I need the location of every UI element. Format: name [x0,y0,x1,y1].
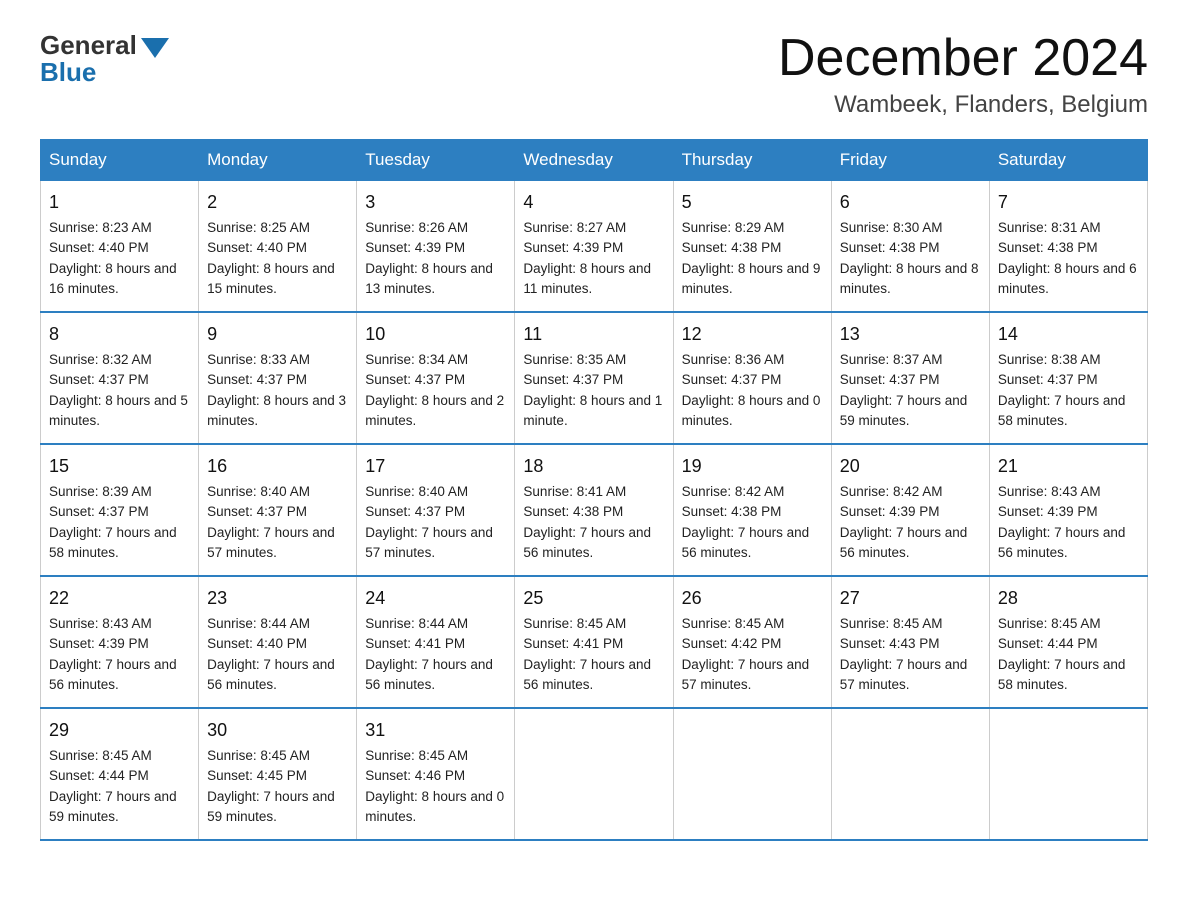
day-number: 6 [840,189,981,216]
day-number: 10 [365,321,506,348]
day-number: 9 [207,321,348,348]
day-number: 27 [840,585,981,612]
calendar-cell: 30Sunrise: 8:45 AMSunset: 4:45 PMDayligh… [199,708,357,840]
calendar-cell: 4Sunrise: 8:27 AMSunset: 4:39 PMDaylight… [515,181,673,313]
day-number: 12 [682,321,823,348]
day-number: 23 [207,585,348,612]
calendar-cell: 1Sunrise: 8:23 AMSunset: 4:40 PMDaylight… [41,181,199,313]
calendar-cell: 31Sunrise: 8:45 AMSunset: 4:46 PMDayligh… [357,708,515,840]
day-number: 15 [49,453,190,480]
logo: General Blue [40,30,169,88]
calendar-cell: 29Sunrise: 8:45 AMSunset: 4:44 PMDayligh… [41,708,199,840]
day-number: 17 [365,453,506,480]
calendar-week-row: 15Sunrise: 8:39 AMSunset: 4:37 PMDayligh… [41,444,1148,576]
calendar-cell: 21Sunrise: 8:43 AMSunset: 4:39 PMDayligh… [989,444,1147,576]
day-number: 13 [840,321,981,348]
calendar-cell: 15Sunrise: 8:39 AMSunset: 4:37 PMDayligh… [41,444,199,576]
page-header: General Blue December 2024 Wambeek, Flan… [40,30,1148,119]
calendar-week-row: 8Sunrise: 8:32 AMSunset: 4:37 PMDaylight… [41,312,1148,444]
page-subtitle: Wambeek, Flanders, Belgium [778,91,1148,119]
day-number: 28 [998,585,1139,612]
day-number: 7 [998,189,1139,216]
calendar-cell: 22Sunrise: 8:43 AMSunset: 4:39 PMDayligh… [41,576,199,708]
day-number: 29 [49,717,190,744]
calendar-cell: 27Sunrise: 8:45 AMSunset: 4:43 PMDayligh… [831,576,989,708]
calendar-cell: 16Sunrise: 8:40 AMSunset: 4:37 PMDayligh… [199,444,357,576]
calendar-cell: 2Sunrise: 8:25 AMSunset: 4:40 PMDaylight… [199,181,357,313]
day-number: 8 [49,321,190,348]
day-number: 5 [682,189,823,216]
calendar-cell: 14Sunrise: 8:38 AMSunset: 4:37 PMDayligh… [989,312,1147,444]
calendar-cell [831,708,989,840]
title-section: December 2024 Wambeek, Flanders, Belgium [778,30,1148,119]
weekday-header-wednesday: Wednesday [515,140,673,181]
calendar-cell [515,708,673,840]
weekday-header-sunday: Sunday [41,140,199,181]
weekday-header-saturday: Saturday [989,140,1147,181]
calendar-cell: 26Sunrise: 8:45 AMSunset: 4:42 PMDayligh… [673,576,831,708]
calendar-cell [673,708,831,840]
day-number: 16 [207,453,348,480]
day-number: 31 [365,717,506,744]
day-number: 21 [998,453,1139,480]
day-number: 19 [682,453,823,480]
calendar-week-row: 29Sunrise: 8:45 AMSunset: 4:44 PMDayligh… [41,708,1148,840]
day-number: 30 [207,717,348,744]
weekday-header-row: SundayMondayTuesdayWednesdayThursdayFrid… [41,140,1148,181]
day-number: 11 [523,321,664,348]
day-number: 2 [207,189,348,216]
weekday-header-thursday: Thursday [673,140,831,181]
calendar-cell: 24Sunrise: 8:44 AMSunset: 4:41 PMDayligh… [357,576,515,708]
weekday-header-friday: Friday [831,140,989,181]
day-number: 25 [523,585,664,612]
calendar-cell: 12Sunrise: 8:36 AMSunset: 4:37 PMDayligh… [673,312,831,444]
calendar-cell: 23Sunrise: 8:44 AMSunset: 4:40 PMDayligh… [199,576,357,708]
weekday-header-monday: Monday [199,140,357,181]
calendar-week-row: 1Sunrise: 8:23 AMSunset: 4:40 PMDaylight… [41,181,1148,313]
calendar-cell: 25Sunrise: 8:45 AMSunset: 4:41 PMDayligh… [515,576,673,708]
calendar-cell: 3Sunrise: 8:26 AMSunset: 4:39 PMDaylight… [357,181,515,313]
calendar-cell: 10Sunrise: 8:34 AMSunset: 4:37 PMDayligh… [357,312,515,444]
calendar-cell: 13Sunrise: 8:37 AMSunset: 4:37 PMDayligh… [831,312,989,444]
day-number: 18 [523,453,664,480]
calendar-cell: 17Sunrise: 8:40 AMSunset: 4:37 PMDayligh… [357,444,515,576]
day-number: 3 [365,189,506,216]
day-number: 26 [682,585,823,612]
page-title: December 2024 [778,30,1148,87]
calendar-cell [989,708,1147,840]
calendar-cell: 18Sunrise: 8:41 AMSunset: 4:38 PMDayligh… [515,444,673,576]
day-number: 1 [49,189,190,216]
calendar-cell: 7Sunrise: 8:31 AMSunset: 4:38 PMDaylight… [989,181,1147,313]
calendar-cell: 6Sunrise: 8:30 AMSunset: 4:38 PMDaylight… [831,181,989,313]
day-number: 14 [998,321,1139,348]
day-number: 20 [840,453,981,480]
calendar-cell: 5Sunrise: 8:29 AMSunset: 4:38 PMDaylight… [673,181,831,313]
calendar-cell: 8Sunrise: 8:32 AMSunset: 4:37 PMDaylight… [41,312,199,444]
day-number: 22 [49,585,190,612]
calendar-cell: 11Sunrise: 8:35 AMSunset: 4:37 PMDayligh… [515,312,673,444]
logo-arrow-icon [141,38,169,58]
logo-blue-text: Blue [40,57,96,88]
weekday-header-tuesday: Tuesday [357,140,515,181]
calendar-week-row: 22Sunrise: 8:43 AMSunset: 4:39 PMDayligh… [41,576,1148,708]
calendar-cell: 20Sunrise: 8:42 AMSunset: 4:39 PMDayligh… [831,444,989,576]
calendar-table: SundayMondayTuesdayWednesdayThursdayFrid… [40,139,1148,841]
day-number: 4 [523,189,664,216]
calendar-cell: 19Sunrise: 8:42 AMSunset: 4:38 PMDayligh… [673,444,831,576]
day-number: 24 [365,585,506,612]
calendar-cell: 9Sunrise: 8:33 AMSunset: 4:37 PMDaylight… [199,312,357,444]
calendar-cell: 28Sunrise: 8:45 AMSunset: 4:44 PMDayligh… [989,576,1147,708]
